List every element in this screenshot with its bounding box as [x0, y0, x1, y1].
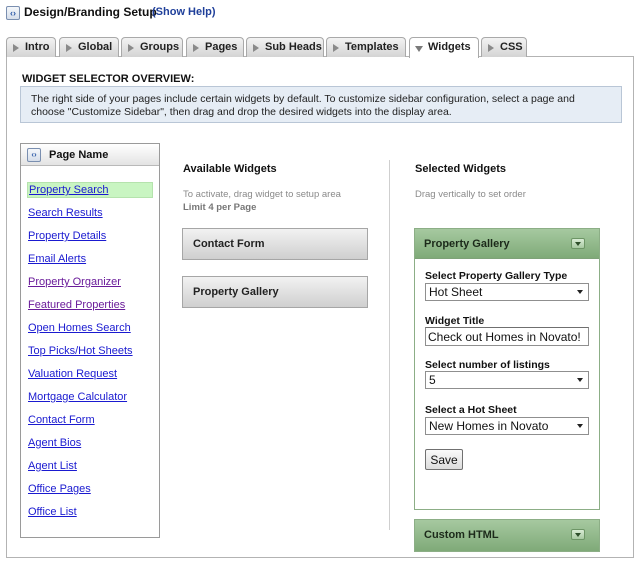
page-list-title: Page Name [49, 149, 109, 161]
page-item-mortgage-calculator[interactable]: Mortgage Calculator [27, 390, 127, 406]
tab-groups[interactable]: Groups [121, 37, 183, 57]
page-item-contact-form[interactable]: Contact Form [27, 413, 95, 429]
selected-widgets-hint: Drag vertically to set order [415, 189, 526, 200]
custom-html-title: Custom HTML [424, 529, 499, 541]
tab-pages[interactable]: Pages [186, 37, 244, 57]
tab-arrow-icon [13, 44, 19, 52]
widget-limit-note: Limit 4 per Page [183, 202, 257, 213]
page-item-office-list[interactable]: Office List [27, 505, 77, 521]
tab-label: Sub Heads [265, 41, 322, 53]
gallery-type-select[interactable]: Hot Sheet [425, 283, 589, 301]
tab-label: Global [78, 41, 113, 53]
tab-arrow-icon [128, 44, 134, 52]
selected-widget-custom-html: Custom HTML [414, 519, 600, 552]
page-list-icon: ‹› [27, 148, 41, 162]
page-list-header: ‹› Page Name [21, 144, 159, 166]
tab-css[interactable]: CSS [481, 37, 527, 57]
page-item-property-organizer[interactable]: Property Organizer [27, 275, 121, 291]
gallery-type-label: Select Property Gallery Type [425, 270, 568, 282]
tab-intro[interactable]: Intro [6, 37, 56, 57]
overview-description: The right side of your pages include cer… [20, 86, 622, 123]
listings-count-select[interactable]: 5 [425, 371, 589, 389]
tab-templates[interactable]: Templates [326, 37, 406, 57]
widget-title-input[interactable] [425, 327, 589, 346]
custom-html-header[interactable]: Custom HTML [415, 520, 599, 551]
column-divider [389, 160, 390, 530]
page-title: Design/Branding Setup [24, 5, 157, 19]
design-setup-icon: ‹› [6, 6, 20, 20]
dropdown-arrow-icon [577, 290, 583, 294]
tab-arrow-icon [488, 44, 494, 52]
tab-arrow-icon [333, 44, 339, 52]
page-item-agent-bios[interactable]: Agent Bios [27, 436, 81, 452]
hot-sheet-select[interactable]: New Homes in Novato [425, 417, 589, 435]
page-item-top-picks-hot-sheets[interactable]: Top Picks/Hot Sheets [27, 344, 133, 360]
tab-label: Widgets [428, 41, 471, 53]
collapse-toggle-icon[interactable] [571, 529, 585, 540]
property-gallery-title: Property Gallery [424, 238, 510, 250]
tab-label: CSS [500, 41, 523, 53]
page-item-property-search[interactable]: Property Search [27, 182, 153, 198]
page-item-featured-properties[interactable]: Featured Properties [27, 298, 125, 314]
tab-label: Groups [140, 41, 180, 53]
available-widget-contact-form[interactable]: Contact Form [182, 228, 368, 260]
available-widget-property-gallery[interactable]: Property Gallery [182, 276, 368, 308]
page-item-valuation-request[interactable]: Valuation Request [27, 367, 117, 383]
page-item-agent-list[interactable]: Agent List [27, 459, 77, 475]
property-gallery-header[interactable]: Property Gallery [415, 229, 599, 259]
page-item-property-details[interactable]: Property Details [27, 229, 106, 245]
available-widgets-hint: To activate, drag widget to setup area [183, 189, 341, 200]
tab-strip: Intro Global Groups Pages Sub Heads Temp… [6, 37, 634, 58]
listings-count-value: 5 [429, 373, 436, 387]
tab-expanded-icon [415, 46, 423, 52]
tab-arrow-icon [193, 44, 199, 52]
hot-sheet-label: Select a Hot Sheet [425, 404, 517, 416]
overview-title: WIDGET SELECTOR OVERVIEW: [22, 73, 195, 85]
tab-label: Templates [345, 41, 399, 53]
show-help-link[interactable]: (Show Help) [152, 6, 216, 18]
dropdown-arrow-icon [577, 424, 583, 428]
dropdown-arrow-icon [577, 378, 583, 382]
tab-label: Pages [205, 41, 238, 53]
listings-count-label: Select number of listings [425, 359, 550, 371]
gallery-type-value: Hot Sheet [429, 285, 483, 299]
available-widgets-title: Available Widgets [183, 163, 277, 175]
selected-widget-property-gallery: Property Gallery Select Property Gallery… [414, 228, 600, 510]
tab-arrow-icon [253, 44, 259, 52]
page-name-list: ‹› Page Name Property Search Search Resu… [20, 143, 160, 538]
tab-global[interactable]: Global [59, 37, 119, 57]
page-item-office-pages[interactable]: Office Pages [27, 482, 91, 498]
tab-sub-heads[interactable]: Sub Heads [246, 37, 324, 57]
save-button[interactable]: Save [425, 449, 463, 470]
collapse-toggle-icon[interactable] [571, 238, 585, 249]
page-item-open-homes-search[interactable]: Open Homes Search [27, 321, 131, 337]
tab-label: Intro [25, 41, 50, 53]
widget-title-label: Widget Title [425, 315, 485, 327]
page-item-email-alerts[interactable]: Email Alerts [27, 252, 86, 268]
page-item-search-results[interactable]: Search Results [27, 206, 103, 222]
tab-arrow-icon [66, 44, 72, 52]
selected-widgets-title: Selected Widgets [415, 163, 506, 175]
tab-widgets[interactable]: Widgets [409, 37, 479, 58]
hot-sheet-value: New Homes in Novato [429, 419, 549, 433]
